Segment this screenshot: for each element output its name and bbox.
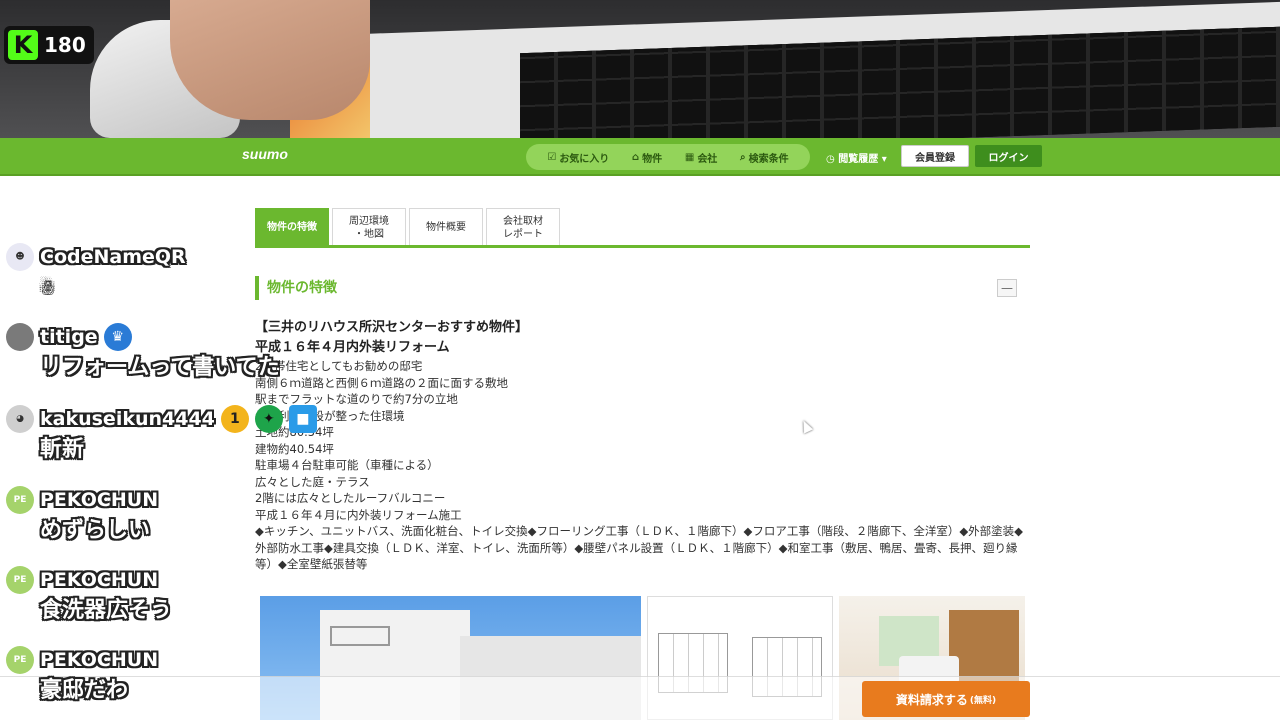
viewer-count: 180 [44, 33, 86, 57]
chat-username: PEKOCHUN [40, 649, 159, 671]
viewer-count-badge: K 180 [4, 26, 94, 64]
chat-message: PE PEKOCHUN 豪邸だわ [6, 645, 336, 707]
avatar: ◕ [6, 405, 34, 433]
crown-badge-icon: ♛ [103, 323, 132, 351]
avatar: PE [6, 486, 34, 514]
chat-text: めずらしい [40, 518, 151, 543]
description-line: 駐車場４台駐車可能（車種による） [255, 458, 439, 472]
building-icon: ▦ [684, 151, 695, 163]
tab-surroundings-map[interactable]: 周辺環境 ・地図 [332, 208, 406, 246]
chat-message: ◕ kakuseikun4444 1 ✦ ■ 斬新 [6, 404, 336, 466]
avatar: PE [6, 646, 34, 674]
nav-label: 物件 [642, 153, 663, 165]
property-tabs: 物件の特徴 周辺環境 ・地図 物件概要 会社取材 レポート [255, 208, 560, 246]
chevron-down-icon: ▾ [881, 154, 887, 165]
tab-company-report[interactable]: 会社取材 レポート [486, 208, 560, 246]
chat-text: リフォームって書いてた [40, 355, 280, 380]
property-description: 【三井のリハウス所沢センターおすすめ物件】 平成１６年４月内外装リフォーム 2世… [255, 318, 1030, 573]
balcony [330, 626, 390, 646]
chat-emote-icon: ☃ [40, 278, 55, 297]
tab-features[interactable]: 物件の特徴 [255, 208, 329, 246]
description-line: 建物約40.54坪 [255, 441, 334, 456]
description-heading: 【三井のリハウス所沢センターおすすめ物件】 [255, 320, 529, 335]
hand [170, 0, 370, 120]
clock-icon: ◷ [826, 154, 835, 165]
description-line: 南側６ｍ道路と西側６ｍ道路の２面に面する敷地 [255, 375, 508, 390]
nav-label: 会社 [697, 153, 718, 165]
avatar [6, 323, 34, 351]
chat-username: PEKOCHUN [40, 489, 159, 511]
chat-message: ☻ CodeNameQR ☃ [6, 242, 336, 304]
chat-message: titige ♛ リフォームって書いてた [6, 322, 336, 384]
register-button[interactable]: 会員登録 [901, 145, 969, 167]
chat-username: titige [40, 326, 98, 348]
request-info-button[interactable]: 資料請求する (無料) [862, 681, 1030, 717]
home-icon: ⌂ [632, 151, 640, 163]
nav-companies[interactable]: ▦ 会社 [685, 150, 717, 165]
chat-username: PEKOCHUN [40, 569, 159, 591]
chat-username: CodeNameQR [40, 246, 186, 268]
one-month-badge-icon: 1 [220, 405, 249, 433]
nav-search-conditions[interactable]: ⌕ 検索条件 [740, 150, 789, 165]
site-header: suumo ☑ お気に入り ⌂ 物件 ▦ 会社 ⌕ 検索条件 ◷ 閲覧履歴 ▾ 会員登録… [0, 138, 1280, 176]
history-dropdown[interactable]: ◷ 閲覧履歴 ▾ [826, 150, 887, 165]
kick-logo-icon: K [8, 30, 38, 60]
star-badge-icon: ✦ [254, 405, 283, 433]
description-line: ◆キッチン、ユニットバス、洗面化粧台、トイレ交換◆フローリング工事（ＬＤＫ、１階… [255, 524, 1024, 571]
nav-label: 検索条件 [748, 153, 789, 165]
webcam-overlay [0, 0, 1280, 138]
nav-favorites[interactable]: ☑ お気に入り [547, 150, 609, 165]
chat-message: PE PEKOCHUN 食洗器広そう [6, 565, 336, 627]
cube-badge-icon: ■ [288, 405, 317, 433]
collapse-button[interactable]: — [997, 279, 1017, 297]
suumo-logo[interactable]: suumo [242, 146, 288, 162]
avatar: PE [6, 566, 34, 594]
description-line: 平成１６年４月に内外装リフォーム施工 [255, 507, 462, 522]
chat-username: kakuseikun4444 [40, 408, 215, 430]
chat-message: PE PEKOCHUN めずらしい [6, 485, 336, 547]
history-label: 閲覧履歴 [838, 154, 879, 165]
tab-overview[interactable]: 物件概要 [409, 208, 483, 246]
login-button[interactable]: ログイン [975, 145, 1042, 167]
search-icon: ⌕ [740, 151, 746, 163]
description-line: 2世帯住宅としてもお勧めの邸宅 [255, 359, 423, 373]
chat-text: 食洗器広そう [40, 598, 173, 623]
description-line: 駅までフラットな道のりで約7分の立地 [255, 392, 458, 406]
chat-text: 斬新 [40, 437, 85, 462]
description-line: 広々とした庭・テラス [255, 474, 370, 489]
description-line: 生活利便施設が整った住環境 [255, 408, 405, 423]
header-nav: ☑ お気に入り ⌂ 物件 ▦ 会社 ⌕ 検索条件 [526, 144, 810, 170]
tab-underline [255, 245, 1030, 248]
nav-label: お気に入り [559, 153, 610, 165]
description-line: 2階には広々としたルーフバルコニー [255, 491, 446, 505]
request-label: 資料請求する [895, 692, 968, 707]
avatar: ☻ [6, 243, 34, 271]
nav-properties[interactable]: ⌂ 物件 [632, 150, 662, 165]
request-sublabel: (無料) [969, 695, 997, 706]
description-line: 土地約80.54坪 [255, 424, 1030, 441]
checkbox-icon: ☑ [547, 151, 557, 163]
description-subheading: 平成１６年４月内外装リフォーム [255, 340, 450, 355]
chat-text: 豪邸だわ [40, 678, 129, 703]
